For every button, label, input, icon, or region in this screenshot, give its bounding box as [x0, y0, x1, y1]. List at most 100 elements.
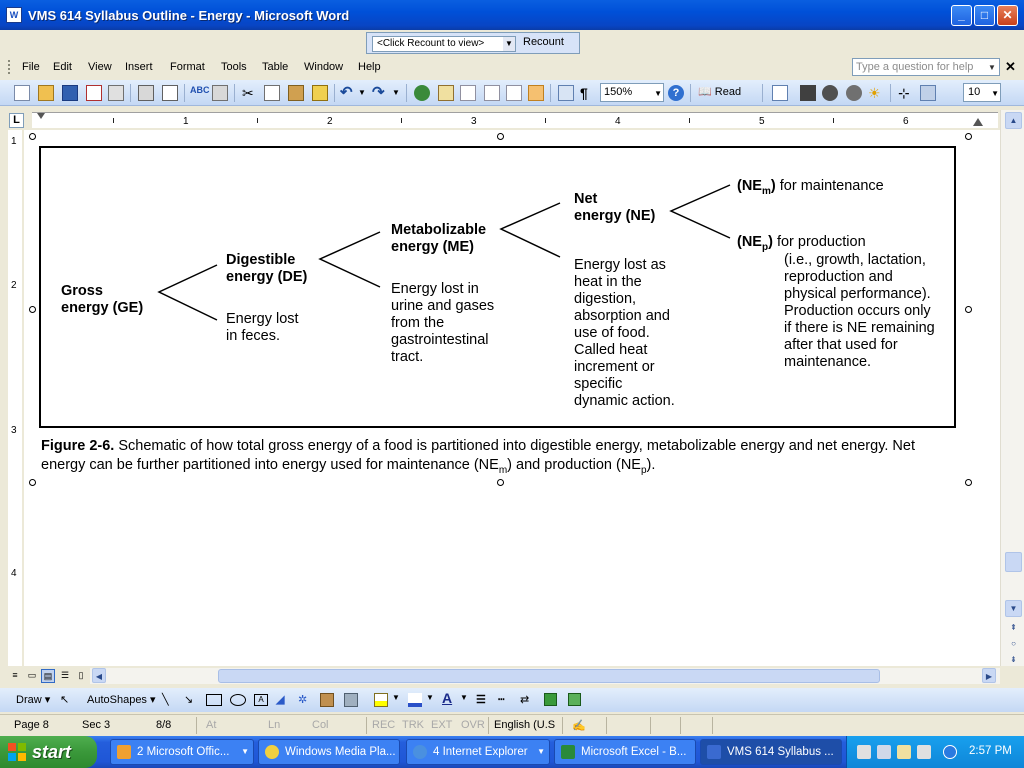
print-preview-icon[interactable]: [162, 85, 178, 101]
menu-window[interactable]: Window: [304, 61, 343, 73]
rectangle-icon[interactable]: [206, 694, 222, 706]
volume-icon[interactable]: [917, 745, 931, 759]
reading-layout-icon[interactable]: ▯: [74, 669, 88, 683]
next-page-icon[interactable]: ⇟: [1005, 652, 1022, 669]
line-icon[interactable]: ╲: [162, 693, 169, 706]
status-trk[interactable]: TRK: [402, 719, 424, 731]
selection-handle[interactable]: [965, 306, 972, 313]
selection-handle[interactable]: [29, 306, 36, 313]
browse-object-icon[interactable]: ○: [1005, 636, 1022, 653]
font-size-select[interactable]: 10 ▼: [963, 83, 1001, 102]
format-painter-icon[interactable]: [312, 85, 328, 101]
task-word-document[interactable]: VMS 614 Syllabus ...: [700, 739, 842, 765]
close-document-icon[interactable]: ✕: [1005, 59, 1016, 75]
scroll-right-icon[interactable]: ▶: [982, 668, 996, 683]
chevron-down-icon[interactable]: ▼: [988, 60, 998, 76]
scroll-down-icon[interactable]: ▼: [1005, 600, 1022, 617]
menu-insert[interactable]: Insert: [125, 61, 153, 73]
scroll-thumb[interactable]: [1005, 552, 1022, 572]
selection-handle[interactable]: [965, 479, 972, 486]
menu-table[interactable]: Table: [262, 61, 288, 73]
minimize-button[interactable]: _: [951, 5, 972, 26]
select-objects-icon[interactable]: ↖: [60, 693, 69, 706]
vertical-scrollbar[interactable]: ▲ ▼ ⇞ ○ ⇟: [1000, 110, 1024, 666]
shadow-style-icon[interactable]: [544, 693, 557, 706]
task-internet-explorer[interactable]: 4 Internet Explorer ▼: [406, 739, 550, 765]
horizontal-scrollbar[interactable]: ≡ ▭ ▤ ☰ ▯ ◀ ▶: [0, 666, 1000, 686]
redo-icon[interactable]: ↷: [372, 85, 388, 101]
close-button[interactable]: ✕: [997, 5, 1018, 26]
research-icon[interactable]: [212, 85, 228, 101]
word-count-combo[interactable]: <Click Recount to view> ▼: [372, 36, 516, 52]
task-media-player[interactable]: Windows Media Pla...: [258, 739, 400, 765]
start-button[interactable]: start: [0, 736, 97, 768]
line-style-icon[interactable]: ☰: [476, 693, 486, 706]
copy-icon[interactable]: [264, 85, 280, 101]
contrast-icon[interactable]: [822, 85, 838, 101]
outline-view-icon[interactable]: ☰: [58, 669, 72, 683]
spelling-icon[interactable]: ABC: [190, 85, 210, 101]
clock[interactable]: 2:57 PM: [969, 745, 1012, 757]
permission-icon[interactable]: [86, 85, 102, 101]
chevron-down-icon[interactable]: ▼: [991, 85, 999, 102]
dash-style-icon[interactable]: ┅: [498, 693, 505, 706]
document-map-icon[interactable]: [558, 85, 574, 101]
selection-handle[interactable]: [965, 133, 972, 140]
word-app-icon[interactable]: W: [6, 7, 22, 23]
status-rec[interactable]: REC: [372, 719, 395, 731]
menu-tools[interactable]: Tools: [221, 61, 247, 73]
open-folder-icon[interactable]: [38, 85, 54, 101]
web-layout-icon[interactable]: ▭: [25, 669, 39, 683]
chevron-down-icon[interactable]: ▼: [426, 693, 434, 702]
save-icon[interactable]: [62, 85, 78, 101]
chevron-down-icon[interactable]: ▼: [460, 693, 468, 702]
display-icon[interactable]: [877, 745, 891, 759]
menu-file[interactable]: File: [22, 61, 40, 73]
paste-icon[interactable]: [288, 85, 304, 101]
diagram-icon[interactable]: ✲: [298, 693, 307, 706]
oval-icon[interactable]: [230, 694, 246, 706]
menu-format[interactable]: Format: [170, 61, 205, 73]
chevron-down-icon[interactable]: ▼: [503, 37, 515, 51]
draw-menu-button[interactable]: Draw ▾: [16, 693, 50, 706]
wordart-icon[interactable]: ◢: [276, 693, 284, 706]
toolbar-grip[interactable]: [8, 60, 11, 74]
hyperlink-icon[interactable]: [414, 85, 430, 101]
chevron-down-icon[interactable]: ▼: [654, 85, 662, 102]
horizontal-ruler[interactable]: L 1 2 3 4 5 6: [0, 110, 1024, 130]
chevron-down-icon[interactable]: ▼: [392, 693, 400, 702]
drawing-icon[interactable]: [528, 85, 544, 101]
font-color-icon[interactable]: A: [442, 690, 452, 706]
undo-icon[interactable]: ↶: [340, 85, 356, 101]
scroll-track[interactable]: ◀ ▶: [90, 668, 1000, 684]
clip-art-icon[interactable]: [320, 693, 334, 707]
maximize-button[interactable]: □: [974, 5, 995, 26]
tray-expand-icon[interactable]: [943, 745, 957, 759]
pen-icon[interactable]: [857, 745, 871, 759]
line-color-icon[interactable]: [408, 693, 422, 707]
selection-handle[interactable]: [497, 133, 504, 140]
arrow-style-icon[interactable]: ⇄: [520, 693, 529, 706]
insert-excel-icon[interactable]: [484, 85, 500, 101]
read-button[interactable]: 📖 Read: [698, 85, 741, 98]
previous-page-icon[interactable]: ⇞: [1005, 620, 1022, 637]
fill-color-icon[interactable]: [374, 693, 388, 707]
help-icon[interactable]: ?: [668, 85, 684, 101]
status-ovr[interactable]: OVR: [461, 719, 485, 731]
scroll-left-icon[interactable]: ◀: [92, 668, 106, 683]
spelling-status-icon[interactable]: ✍: [572, 719, 586, 732]
arrow-icon[interactable]: ↘: [184, 693, 193, 706]
print-layout-icon[interactable]: ▤: [41, 669, 55, 683]
task-office[interactable]: 2 Microsoft Offic... ▼: [110, 739, 254, 765]
tab-selector[interactable]: L: [9, 113, 24, 128]
selection-handle[interactable]: [29, 133, 36, 140]
indent-marker-icon[interactable]: [37, 113, 45, 119]
menu-help[interactable]: Help: [358, 61, 381, 73]
brightness-icon[interactable]: [846, 85, 862, 101]
selection-handle[interactable]: [497, 479, 504, 486]
picture-icon[interactable]: [344, 693, 358, 707]
rotate-icon[interactable]: [920, 85, 936, 101]
selection-handle[interactable]: [29, 479, 36, 486]
crop-icon[interactable]: ⊹: [898, 85, 914, 101]
insert-table-icon[interactable]: [460, 85, 476, 101]
